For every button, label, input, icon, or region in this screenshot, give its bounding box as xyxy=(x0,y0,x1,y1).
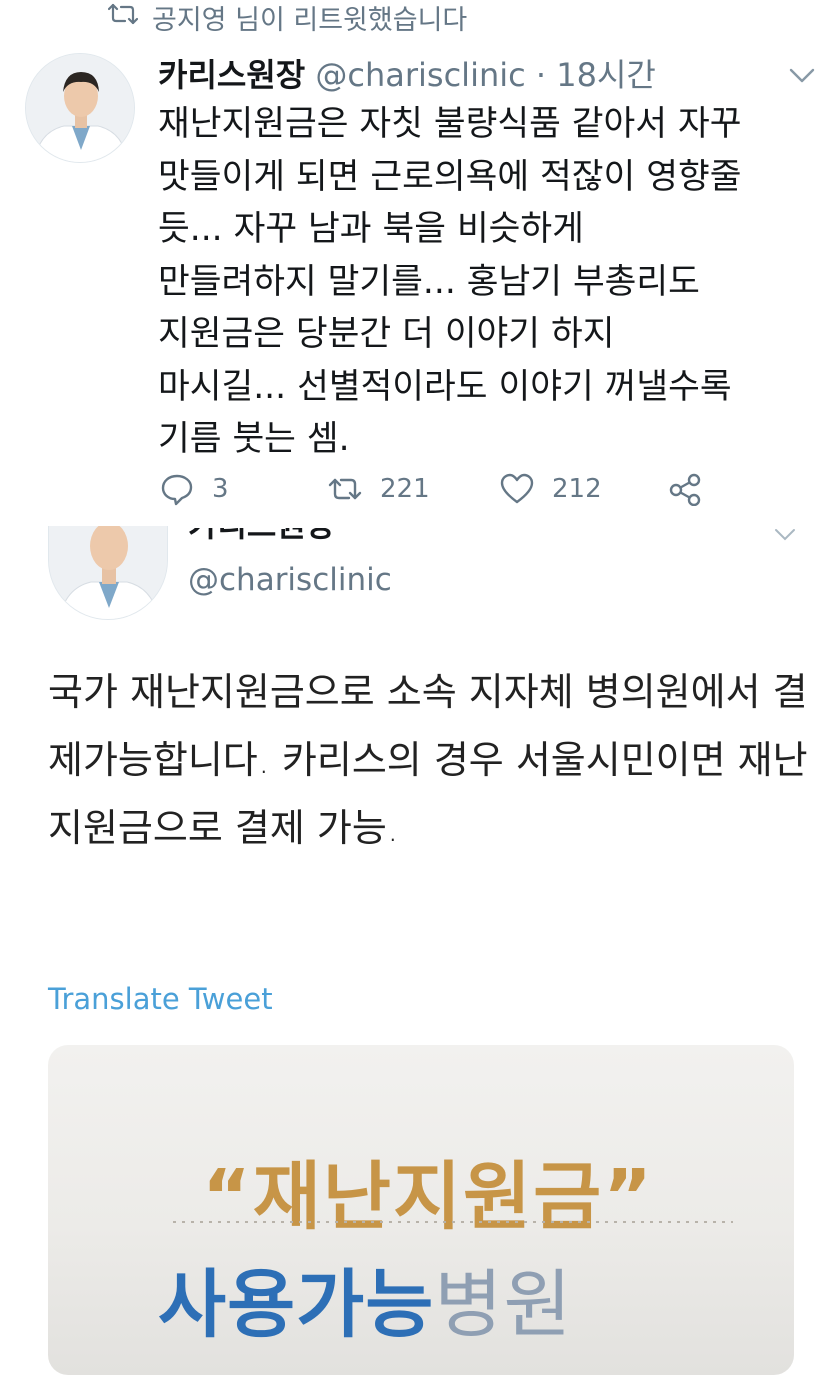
share-button[interactable] xyxy=(668,472,702,506)
translate-tweet-link[interactable]: Translate Tweet xyxy=(48,982,273,1016)
share-icon xyxy=(669,473,701,506)
reply-button[interactable]: 3 xyxy=(160,472,229,506)
like-count: 212 xyxy=(552,474,602,504)
avatar[interactable] xyxy=(25,53,135,163)
image-title: “재난지원금” xyxy=(202,1154,654,1240)
tweet-image[interactable]: “재난지원금” 사용가능병원 xyxy=(48,1045,794,1375)
decorative-divider xyxy=(173,1221,733,1223)
retweet-button[interactable]: 221 xyxy=(328,472,430,506)
display-name-cropped[interactable]: 카리스원장 xyxy=(188,528,335,550)
retweet-label: 공지영 님이 리트윗했습니다 xyxy=(152,4,468,36)
chevron-down-icon[interactable] xyxy=(786,62,818,88)
handle[interactable]: @charisclinic xyxy=(315,56,525,94)
display-name[interactable]: 카리스원장 xyxy=(158,56,305,94)
timestamp[interactable]: · 18시간 xyxy=(536,56,656,94)
tweet-text: 재난지원금은 자칫 불량식품 같아서 자꾸 맛들이게 되면 근로의욕에 적잖이 … xyxy=(158,104,742,459)
handle[interactable]: @charisclinic xyxy=(188,562,392,598)
retweet-icon xyxy=(107,2,139,33)
image-subtitle: 사용가능병원 xyxy=(158,1245,573,1352)
chevron-down-icon[interactable] xyxy=(772,528,798,544)
image-subtitle-bold: 사용가능 xyxy=(158,1262,435,1348)
reply-icon xyxy=(161,474,193,506)
retweet-indicator[interactable]: 공지영 님이 리트윗했습니다 xyxy=(107,0,468,36)
like-button[interactable]: 212 xyxy=(500,472,602,506)
retweet-count: 221 xyxy=(380,474,430,504)
avatar[interactable] xyxy=(48,526,168,620)
image-subtitle-light: 병원 xyxy=(434,1262,573,1348)
retweet-icon xyxy=(328,478,362,500)
tweet-header: 카리스원장 @charisclinic · 18시간 xyxy=(158,50,656,96)
reply-count: 3 xyxy=(212,474,229,504)
tweet-text: 국가 재난지원금으로 소속 지자체 병의원에서 결제가능합니다. 카리스의 경우… xyxy=(48,670,808,850)
heart-icon xyxy=(500,473,534,504)
